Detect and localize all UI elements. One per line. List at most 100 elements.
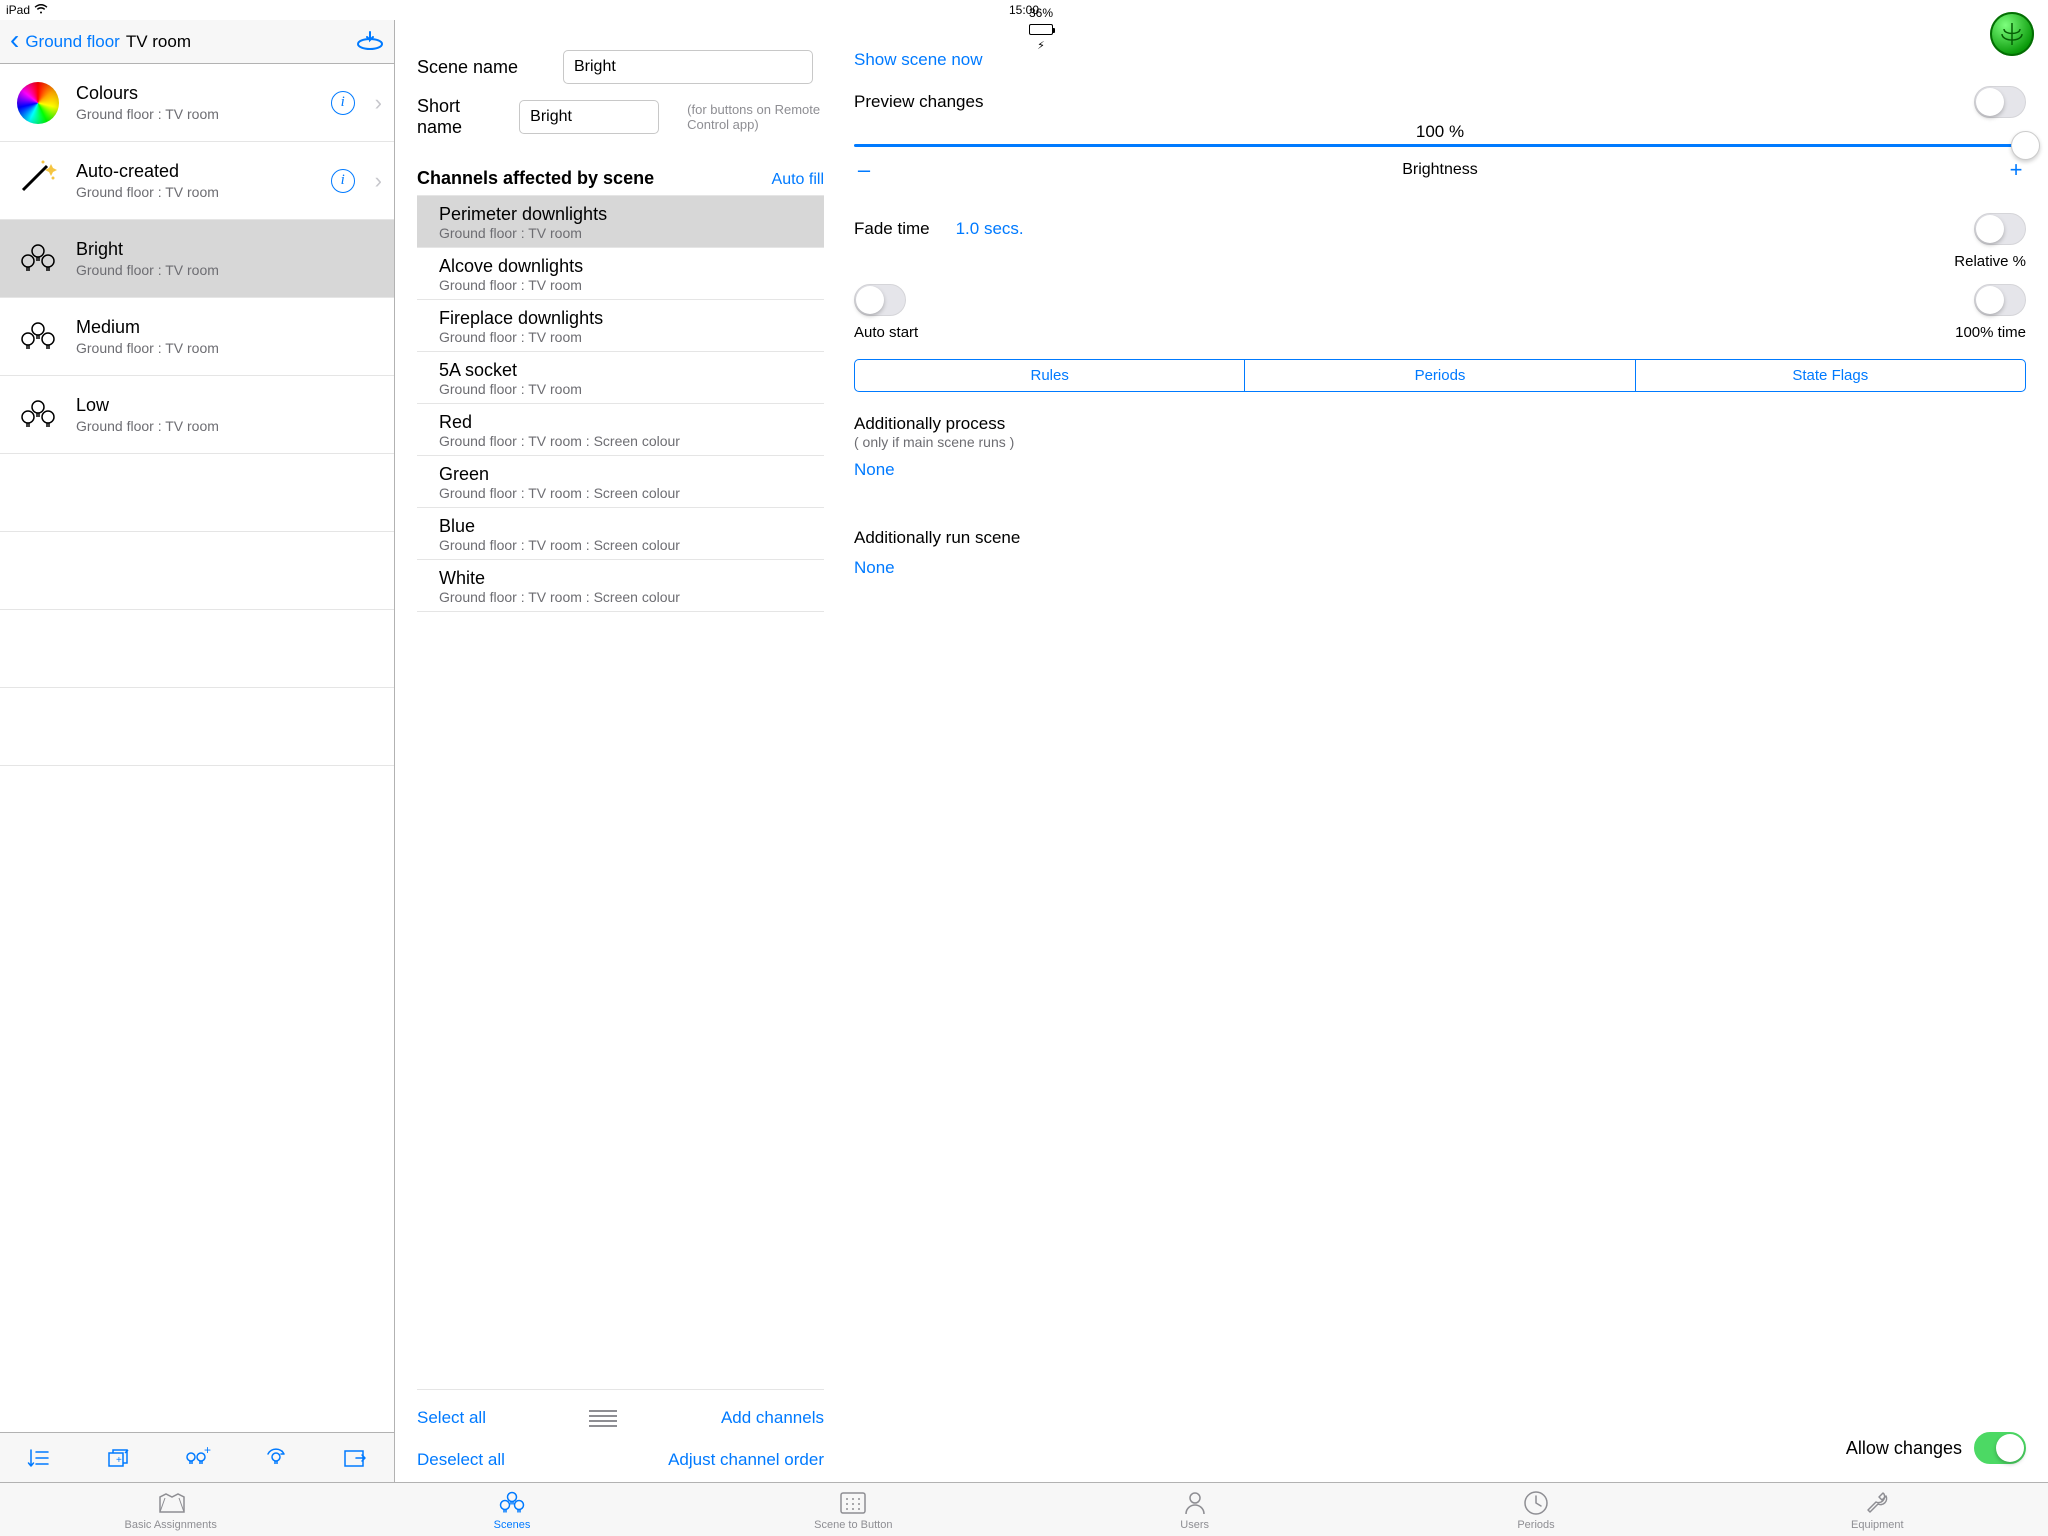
scene-title: Medium xyxy=(76,317,382,338)
brightness-plus[interactable]: + xyxy=(2006,157,2026,183)
brightness-minus[interactable]: – xyxy=(854,157,874,183)
scene-properties: Show scene now Preview changes 100 % – B… xyxy=(840,20,2048,1482)
basic-icon xyxy=(155,1489,187,1517)
channel-list: Perimeter downlights Ground floor : TV ro… xyxy=(417,195,824,612)
segmented-control[interactable]: Rules Periods State Flags xyxy=(854,359,2026,392)
channel-name: Perimeter downlights xyxy=(439,204,814,225)
channels-heading: Channels affected by scene xyxy=(417,168,654,189)
preview-changes-label: Preview changes xyxy=(854,92,983,112)
tab-basic[interactable]: Basic Assignments xyxy=(0,1483,341,1536)
channel-row[interactable]: RedGround floor : TV room : Screen colou… xyxy=(417,404,824,456)
channel-row[interactable]: Fireplace downlightsGround floor : TV ro… xyxy=(417,300,824,352)
auto-start-toggle[interactable] xyxy=(854,284,906,316)
scene-title: Auto-created xyxy=(76,161,317,182)
tab-s2b[interactable]: Scene to Button xyxy=(683,1483,1024,1536)
relative-pct-label: Relative % xyxy=(854,253,2026,270)
tab-periods[interactable]: Periods xyxy=(1365,1483,1706,1536)
tab-label: Equipment xyxy=(1851,1519,1904,1531)
scene-row-bright[interactable]: Bright Ground floor : TV room xyxy=(0,220,394,298)
tab-scenes[interactable]: Scenes xyxy=(341,1483,682,1536)
allow-changes-toggle[interactable] xyxy=(1974,1432,2026,1464)
duplicate-icon[interactable]: + xyxy=(102,1442,134,1474)
export-icon[interactable] xyxy=(339,1442,371,1474)
channel-row[interactable]: Alcove downlightsGround floor : TV room xyxy=(417,248,824,300)
channel-row[interactable]: 5A socketGround floor : TV room xyxy=(417,352,824,404)
seg-periods[interactable]: Periods xyxy=(1245,360,1635,391)
channel-row[interactable]: WhiteGround floor : TV room : Screen col… xyxy=(417,560,824,612)
scene-sub: Ground floor : TV room xyxy=(76,184,317,200)
fade-time-value[interactable]: 1.0 secs. xyxy=(956,219,1024,239)
status-bar: iPad 15:00 36% ⚡︎ xyxy=(0,0,2048,20)
scene-title: Low xyxy=(76,395,382,416)
s2b-icon xyxy=(837,1489,869,1517)
tab-label: Users xyxy=(1180,1519,1209,1531)
tab-label: Scene to Button xyxy=(814,1519,892,1531)
select-all-link[interactable]: Select all xyxy=(417,1408,486,1428)
tab-label: Scenes xyxy=(494,1519,531,1531)
channel-name: Blue xyxy=(439,516,814,537)
short-name-label: Short name xyxy=(417,96,501,138)
channel-row[interactable]: Perimeter downlightsGround floor : TV ro… xyxy=(417,196,824,248)
battery-pct: 36% xyxy=(1029,6,1053,20)
chevron-right-icon: › xyxy=(375,90,382,116)
sidebar: ‹ Ground floor TV room ColoursGround flo… xyxy=(0,20,395,1482)
tab-users[interactable]: Users xyxy=(1024,1483,1365,1536)
seg-flags[interactable]: State Flags xyxy=(1636,360,2025,391)
add-channels-link[interactable]: Add channels xyxy=(721,1408,824,1428)
device-label: iPad xyxy=(6,3,30,17)
tab-equip[interactable]: Equipment xyxy=(1707,1483,2048,1536)
list-icon xyxy=(589,1410,617,1427)
wand-icon xyxy=(17,160,59,202)
additionally-run-head: Additionally run scene xyxy=(854,528,2026,548)
refresh-bulb-icon[interactable] xyxy=(260,1442,292,1474)
brightness-slider[interactable] xyxy=(854,144,2026,147)
sort-icon[interactable] xyxy=(23,1442,55,1474)
additionally-process-value[interactable]: None xyxy=(854,460,2026,480)
scene-title: Bright xyxy=(76,239,382,260)
scene-sub: Ground floor : TV room xyxy=(76,340,382,356)
battery-icon xyxy=(1029,24,1053,35)
preview-changes-toggle[interactable] xyxy=(1974,86,2026,118)
additionally-run-value[interactable]: None xyxy=(854,558,2026,578)
autofill-link[interactable]: Auto fill xyxy=(772,171,824,189)
short-name-input[interactable] xyxy=(519,100,659,134)
chevron-right-icon: › xyxy=(375,168,382,194)
info-button[interactable]: i xyxy=(331,91,355,115)
channel-row[interactable]: GreenGround floor : TV room : Screen col… xyxy=(417,456,824,508)
scene-row-low[interactable]: LowGround floor : TV room xyxy=(0,376,394,454)
sidebar-toolbar: + + xyxy=(0,1432,394,1482)
channel-row[interactable]: BlueGround floor : TV room : Screen colo… xyxy=(417,508,824,560)
brightness-label: Brightness xyxy=(1402,161,1478,179)
scene-row-auto-created[interactable]: Auto-created Ground floor : TV room i › xyxy=(0,142,394,220)
channel-location: Ground floor : TV room : Screen colour xyxy=(439,537,814,553)
charging-icon: ⚡︎ xyxy=(1037,39,1045,52)
scene-sub: Ground floor : TV room xyxy=(76,262,382,278)
channel-name: Green xyxy=(439,464,814,485)
scenes-icon xyxy=(496,1489,528,1517)
channel-name: White xyxy=(439,568,814,589)
scene-list: ColoursGround floor : TV roomi›Auto-crea… xyxy=(0,64,394,1432)
fade-toggle[interactable] xyxy=(1974,213,2026,245)
adjust-order-link[interactable]: Adjust channel order xyxy=(668,1450,824,1470)
back-chevron-icon[interactable]: ‹ xyxy=(10,26,19,54)
additionally-process-hint: ( only if main scene runs ) xyxy=(854,434,2026,450)
additionally-process-head: Additionally process xyxy=(854,414,2026,434)
channel-location: Ground floor : TV room : Screen colour xyxy=(439,485,814,501)
channel-name: Fireplace downlights xyxy=(439,308,814,329)
channel-name: 5A socket xyxy=(439,360,814,381)
deselect-all-link[interactable]: Deselect all xyxy=(417,1450,505,1470)
seg-rules[interactable]: Rules xyxy=(855,360,1245,391)
channel-name: Red xyxy=(439,412,814,433)
add-bulbs-icon[interactable]: + xyxy=(181,1442,213,1474)
scene-row-medium[interactable]: Medium Ground floor : TV room xyxy=(0,298,394,376)
channel-location: Ground floor : TV room xyxy=(439,381,814,397)
scene-title: Colours xyxy=(76,83,317,104)
users-icon xyxy=(1182,1489,1208,1517)
periods-icon xyxy=(1523,1489,1549,1517)
scene-row-colours[interactable]: ColoursGround floor : TV roomi› xyxy=(0,64,394,142)
info-button[interactable]: i xyxy=(331,169,355,193)
orientation-lock-icon xyxy=(1035,0,1048,2)
pct-time-toggle[interactable] xyxy=(1974,284,2026,316)
svg-text:+: + xyxy=(116,1455,122,1466)
allow-changes-label: Allow changes xyxy=(1846,1438,1962,1459)
